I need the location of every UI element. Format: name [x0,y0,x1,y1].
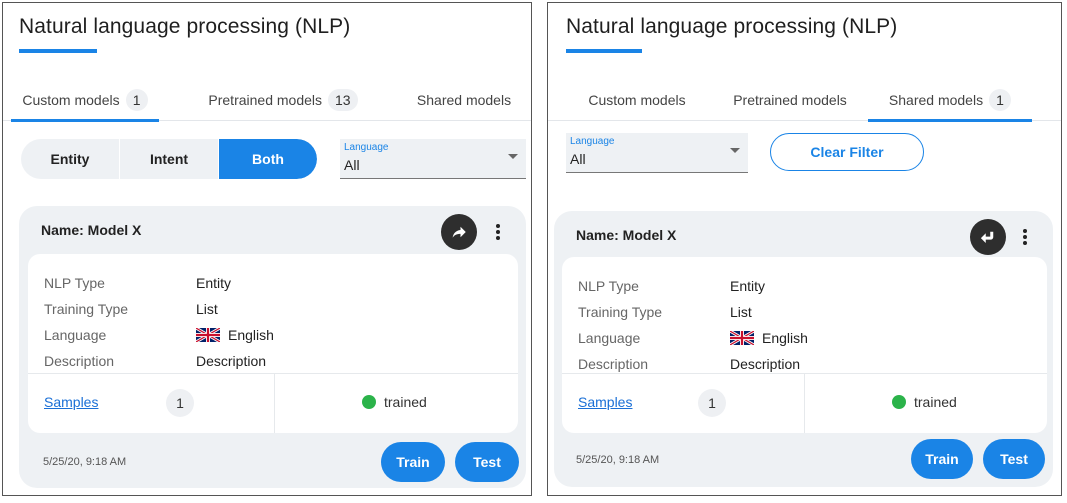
page-title: Natural language processing (NLP) [566,15,898,38]
samples-link[interactable]: Samples [44,394,98,410]
model-timestamp: 5/25/20, 9:18 AM [43,456,127,468]
property-value: Description [196,353,267,369]
model-timestamp: 5/25/20, 9:18 AM [576,454,660,466]
property-value: Entity [196,275,232,291]
property-language: Language English [44,322,274,348]
train-button[interactable]: Train [911,439,973,479]
training-status: trained [892,394,957,410]
property-key: Training Type [44,301,129,317]
model-details: NLP Type Entity Training Type List Langu… [28,254,518,433]
tab-label: Shared models [416,92,512,108]
model-properties: NLP Type Entity Training Type List Langu… [578,273,808,377]
property-key: Language [578,330,641,346]
language-select[interactable]: Language All [340,139,526,179]
property-key: Description [578,356,649,372]
model-tabs: Custom models 1 Pretrained models 13 Sha… [3,79,531,122]
tab-count-badge: 1 [125,89,148,111]
property-training-type: Training Type List [44,296,274,322]
tab-shared-models[interactable]: Shared models 1 [868,79,1032,122]
language-select[interactable]: Language All [566,133,748,173]
language-select-value: All [570,151,586,167]
property-value: List [730,304,752,320]
samples-count-badge: 1 [698,389,726,417]
shared-models-panel: Natural language processing (NLP) Custom… [547,2,1062,496]
property-training-type: Training Type List [578,299,808,325]
share-forward-icon[interactable] [441,214,477,250]
model-details: NLP Type Entity Training Type List Langu… [562,257,1047,433]
property-value: Description [730,356,801,372]
test-button[interactable]: Test [455,442,519,482]
tab-custom-models[interactable]: Custom models [568,79,706,121]
property-key: NLP Type [44,275,105,291]
training-status: trained [362,394,427,410]
clear-filter-button[interactable]: Clear Filter [770,133,924,171]
title-underline [19,49,97,53]
tab-label: Pretrained models [208,92,323,108]
property-language: Language English [578,325,808,351]
model-name: Name: Model X [576,227,677,243]
property-key: Language [44,327,107,343]
status-dot-icon [892,395,906,409]
status-label: trained [384,394,427,410]
property-value: List [196,301,218,317]
property-value-language: English [196,327,274,343]
property-key: Description [44,353,115,369]
segment-entity[interactable]: Entity [21,139,119,179]
samples-link[interactable]: Samples [578,394,632,410]
tab-shared-models[interactable]: Shared models [409,79,519,121]
language-select-value: All [344,157,360,173]
property-key: Training Type [578,304,663,320]
property-value: Entity [730,278,766,294]
tab-pretrained-models[interactable]: Pretrained models [720,79,860,121]
footer-divider [804,374,805,433]
nlp-type-segmented-control: Entity Intent Both [21,139,317,179]
custom-models-panel: Natural language processing (NLP) Custom… [2,2,532,496]
tab-custom-models[interactable]: Custom models 1 [11,79,159,122]
model-name: Name: Model X [41,222,142,238]
tab-pretrained-models[interactable]: Pretrained models 13 [203,79,363,121]
property-nlp-type: NLP Type Entity [578,273,808,299]
model-card: Name: Model X NLP Type Entity Training T… [19,206,526,488]
language-select-label: Language [344,142,389,153]
samples-count-badge: 1 [166,389,194,417]
uk-flag-icon [196,328,220,342]
status-label: trained [914,394,957,410]
test-button[interactable]: Test [983,439,1045,479]
property-value-language: English [730,330,808,346]
more-vert-icon[interactable] [1020,227,1030,247]
uk-flag-icon [730,331,754,345]
tab-label: Pretrained models [733,92,847,108]
model-tabs: Custom models Pretrained models Shared m… [548,79,1061,122]
property-key: NLP Type [578,278,639,294]
segment-intent[interactable]: Intent [119,139,218,179]
tab-label: Shared models [888,92,984,108]
model-card: Name: Model X NLP Type Entity Training T… [554,211,1053,487]
property-description: Description Description [44,348,274,374]
model-card-footer: Samples 1 trained [562,373,1047,433]
tab-count-badge: 13 [328,89,358,111]
caret-down-icon [508,154,518,159]
footer-divider [274,374,275,433]
tab-count-badge: 1 [989,89,1012,111]
property-nlp-type: NLP Type Entity [44,270,274,296]
status-dot-icon [362,395,376,409]
title-underline [566,49,642,53]
more-vert-icon[interactable] [493,222,503,242]
segment-both[interactable]: Both [218,139,317,179]
language-name: English [762,330,808,346]
page-title: Natural language processing (NLP) [19,15,351,38]
caret-down-icon [730,148,740,153]
tab-label: Custom models [22,92,120,108]
train-button[interactable]: Train [381,442,445,482]
language-name: English [228,327,274,343]
tab-label: Custom models [588,92,686,108]
model-card-footer: Samples 1 trained [28,373,518,433]
model-properties: NLP Type Entity Training Type List Langu… [44,270,274,374]
language-select-label: Language [570,136,615,147]
share-return-icon[interactable] [970,219,1006,255]
